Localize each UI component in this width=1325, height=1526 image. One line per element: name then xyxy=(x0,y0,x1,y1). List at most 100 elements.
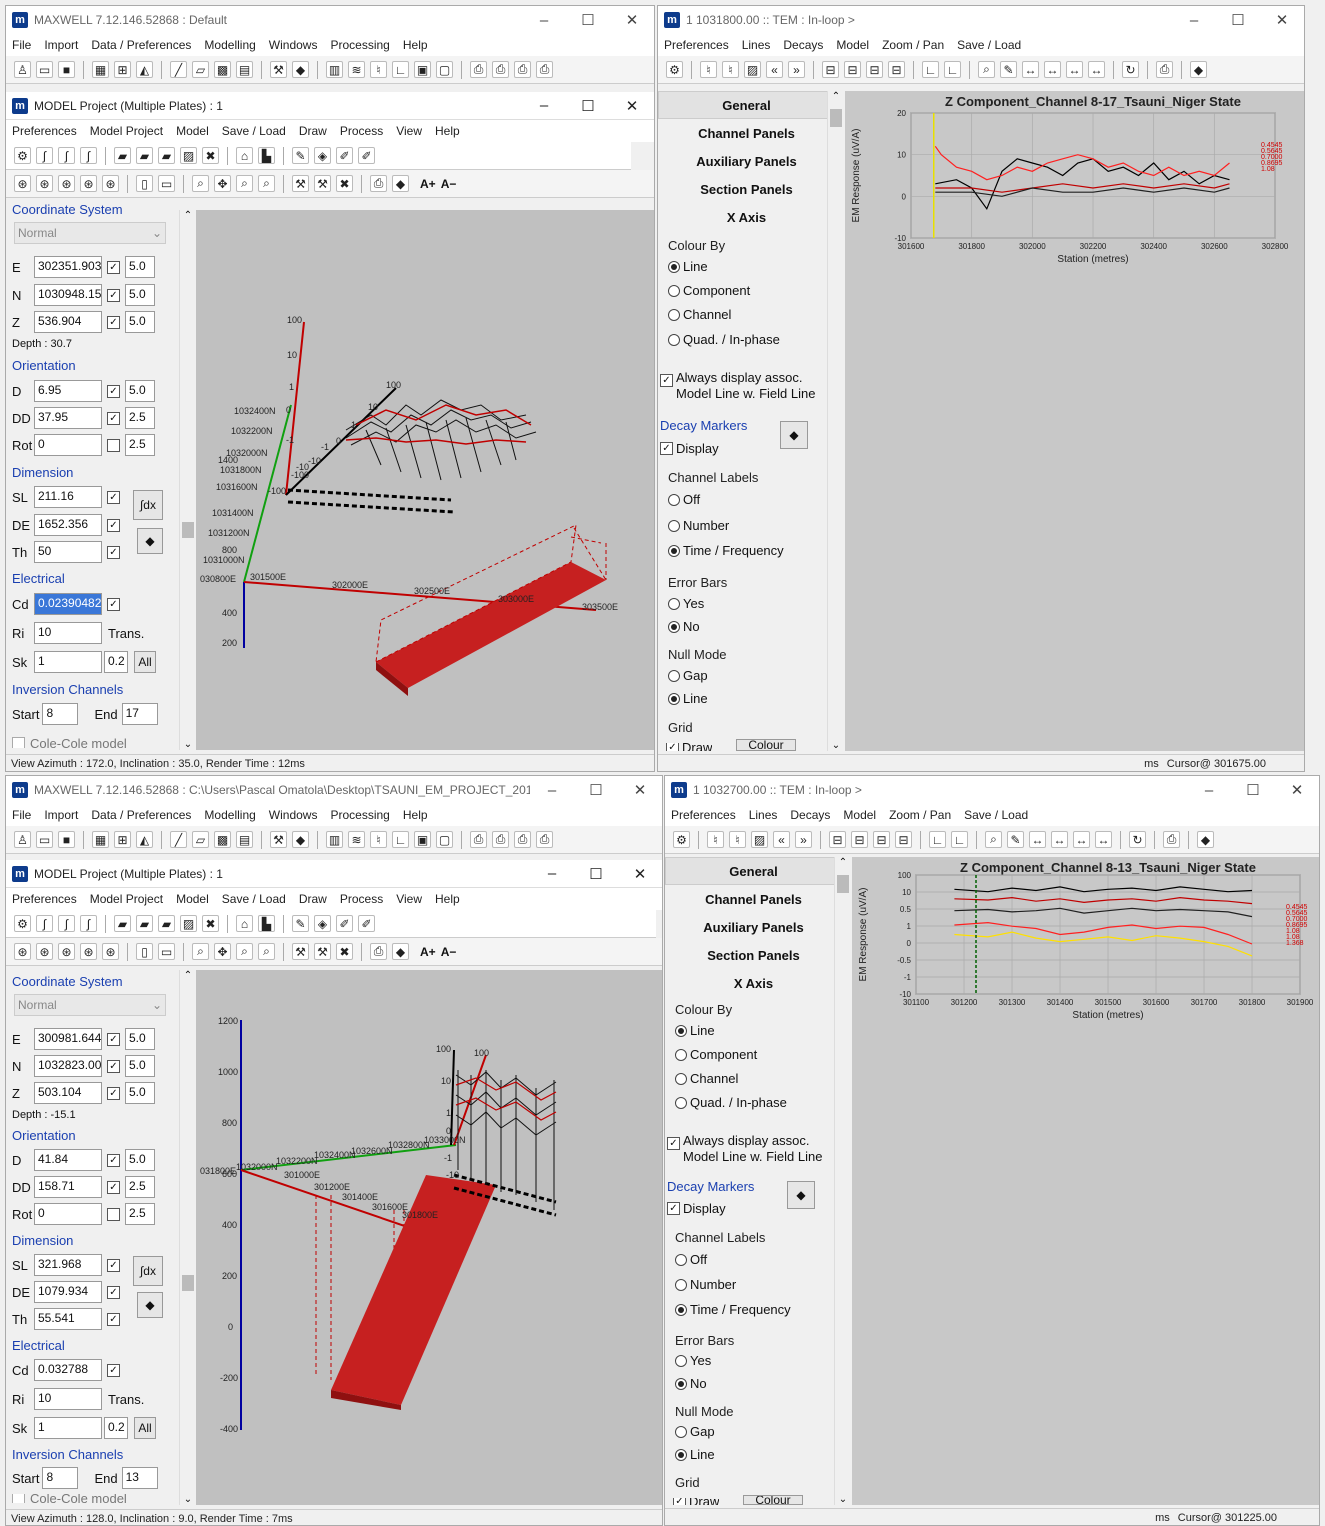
menu-process[interactable]: Process xyxy=(340,124,383,138)
strike-length-input[interactable]: 321.968 xyxy=(34,1254,102,1276)
print-red-icon[interactable]: ⎙ xyxy=(514,831,531,848)
map-icon[interactable]: ▩ xyxy=(214,61,231,78)
errbars-no-radio[interactable]: No xyxy=(675,1376,707,1391)
print-icon[interactable]: ⎙ xyxy=(370,943,387,960)
errbars-yes-radio[interactable]: Yes xyxy=(668,596,704,611)
menu-data-preferences[interactable]: Data / Preferences xyxy=(91,38,191,52)
integrate-icon[interactable]: ∫ xyxy=(36,915,53,932)
font-larger-button[interactable]: A+ xyxy=(420,177,436,191)
table-icon[interactable]: ▥ xyxy=(326,831,343,848)
print-icon[interactable]: ⎙ xyxy=(370,175,387,192)
book-icon[interactable]: ◆ xyxy=(292,61,309,78)
minimize-icon[interactable]: – xyxy=(522,97,566,114)
box-icon[interactable]: ▯ xyxy=(136,175,153,192)
rotation-input[interactable]: 0 xyxy=(34,1203,102,1225)
label-time-radio[interactable]: Time / Frequency xyxy=(675,1302,791,1317)
pencil2-icon[interactable]: ✐ xyxy=(358,147,375,164)
thickness-checkbox[interactable]: ✓ xyxy=(107,545,120,559)
e-checkbox[interactable]: ✓ xyxy=(107,1032,120,1046)
pencil2-icon[interactable]: ✐ xyxy=(358,915,375,932)
dip-direction-input[interactable]: 158.71 xyxy=(34,1176,102,1198)
cross-icon[interactable]: ✖ xyxy=(202,147,219,164)
tool-a-icon[interactable]: ⚒ xyxy=(292,175,309,192)
font-smaller-button[interactable]: A− xyxy=(441,177,457,191)
plate-icon[interactable]: ▱ xyxy=(192,61,209,78)
strike-length-input[interactable]: 211.16 xyxy=(34,486,102,508)
e-input[interactable]: 302351.903 xyxy=(34,256,102,278)
menu-decays[interactable]: Decays xyxy=(790,808,830,822)
tab-x-axis[interactable]: X Axis xyxy=(658,203,835,231)
menu-import[interactable]: Import xyxy=(44,38,78,52)
ri-input[interactable]: 10 xyxy=(34,1388,102,1410)
null-line-radio[interactable]: Line xyxy=(675,1447,715,1462)
menu-process[interactable]: Process xyxy=(340,892,383,906)
menu-draw[interactable]: Draw xyxy=(299,892,327,906)
print-icon[interactable]: ⎙ xyxy=(470,61,487,78)
book-icon[interactable]: ◆ xyxy=(392,175,409,192)
decay-icon[interactable]: ♮ xyxy=(370,61,387,78)
depth-extent-input[interactable]: 1652.356 xyxy=(34,514,102,536)
book-icon[interactable]: ◆ xyxy=(292,831,309,848)
tab-general[interactable]: General xyxy=(658,91,835,119)
side-scrollbar[interactable]: ⌃ ⌄ xyxy=(834,857,851,1505)
pencil-icon[interactable]: ✐ xyxy=(336,147,353,164)
coordinate-system-select[interactable]: Normal ⌄ xyxy=(14,222,166,244)
menu-help[interactable]: Help xyxy=(403,38,428,52)
plate-add-icon[interactable]: ▰ xyxy=(136,147,153,164)
rotation-checkbox[interactable] xyxy=(107,438,120,452)
menu-import[interactable]: Import xyxy=(44,808,78,822)
null-line-radio[interactable]: Line xyxy=(668,691,708,706)
angle-icon[interactable]: ∟ xyxy=(392,61,409,78)
grid-colour-button[interactable]: Colour xyxy=(736,739,796,751)
minimize-icon[interactable]: – xyxy=(530,865,574,882)
save-icon[interactable]: ■ xyxy=(58,831,75,848)
view3-icon[interactable]: ⊛ xyxy=(58,943,75,960)
pan2-icon[interactable]: ↔ xyxy=(1073,831,1090,848)
zoom-in-icon[interactable]: ⌕ xyxy=(236,943,253,960)
close-icon[interactable]: ✕ xyxy=(618,865,662,883)
thickness-input[interactable]: 50 xyxy=(34,541,102,563)
station-icon[interactable]: ▙ xyxy=(258,915,275,932)
menu-save-load[interactable]: Save / Load xyxy=(957,38,1021,52)
start-channel-input[interactable]: 8 xyxy=(42,703,79,725)
menu-model[interactable]: Model xyxy=(176,892,209,906)
user-icon[interactable]: ♙ xyxy=(14,831,31,848)
print-all-icon[interactable]: ⎙ xyxy=(492,61,509,78)
plate-copy-icon[interactable]: ▰ xyxy=(158,147,175,164)
integrate3-icon[interactable]: ∫ xyxy=(80,915,97,932)
hatch-icon[interactable]: ▨ xyxy=(180,915,197,932)
tool-b-icon[interactable]: ⚒ xyxy=(314,943,331,960)
rotation-step-input[interactable]: 2.5 xyxy=(125,1203,155,1225)
side-scrollbar[interactable]: ⌃ ⌄ xyxy=(827,91,844,751)
ln-icon[interactable]: ⊟ xyxy=(873,831,890,848)
book-icon[interactable]: ◆ xyxy=(392,943,409,960)
integrate2-icon[interactable]: ∫ xyxy=(58,147,75,164)
end-channel-input[interactable]: 17 xyxy=(121,703,158,725)
pan-icon[interactable]: ✥ xyxy=(214,175,231,192)
n-step-input[interactable]: 5.0 xyxy=(125,1055,155,1077)
tab-section-panels[interactable]: Section Panels xyxy=(658,175,835,203)
grid-colour-button[interactable]: Colour xyxy=(743,1495,803,1505)
tab-x-axis[interactable]: X Axis xyxy=(665,969,842,997)
zoom-out-icon[interactable]: ⌕ xyxy=(258,943,275,960)
view3-icon[interactable]: ⊛ xyxy=(58,175,75,192)
maximize-icon[interactable]: ☐ xyxy=(566,97,610,115)
menu-help[interactable]: Help xyxy=(435,892,460,906)
grid-draw-checkbox[interactable]: ✓Draw xyxy=(666,743,712,751)
dip-direction-step-input[interactable]: 2.5 xyxy=(125,1176,155,1198)
eraser-icon[interactable]: ◈ xyxy=(314,147,331,164)
tem-plot-area[interactable]: Z Component_Channel 8-13_Tsauni_Niger St… xyxy=(852,857,1319,1505)
pencil-icon[interactable]: ✐ xyxy=(336,915,353,932)
integrate2-icon[interactable]: ∫ xyxy=(58,915,75,932)
hatch-icon[interactable]: ▨ xyxy=(180,147,197,164)
loop-icon[interactable]: ⌂ xyxy=(236,915,253,932)
label-off-radio[interactable]: Off xyxy=(675,1252,707,1267)
decay-b-icon[interactable]: ♮ xyxy=(729,831,746,848)
menu-processing[interactable]: Processing xyxy=(330,808,389,822)
tab-section-panels[interactable]: Section Panels xyxy=(665,941,842,969)
e-input[interactable]: 300981.644 xyxy=(34,1028,102,1050)
menu-view[interactable]: View xyxy=(396,124,422,138)
menu-decays[interactable]: Decays xyxy=(783,38,823,52)
menu-preferences[interactable]: Preferences xyxy=(12,124,77,138)
decay-a-icon[interactable]: ♮ xyxy=(700,61,717,78)
